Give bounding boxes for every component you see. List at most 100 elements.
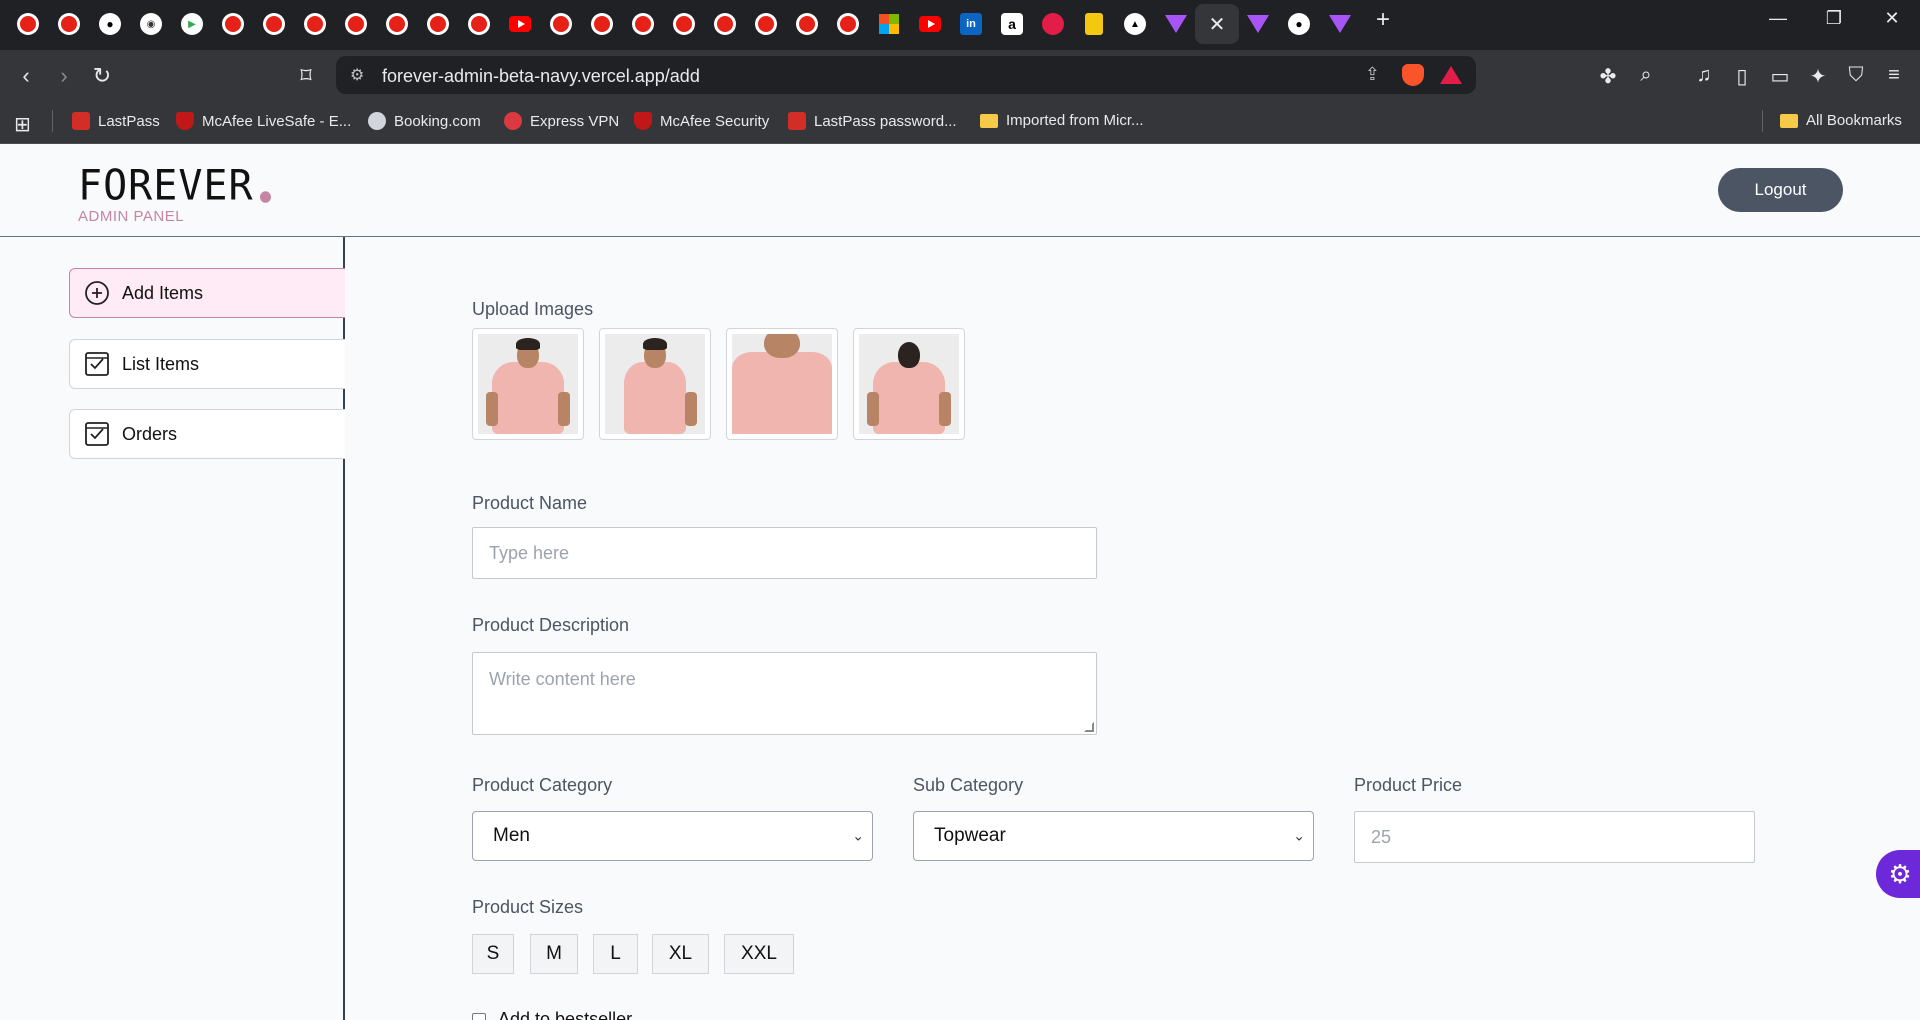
sidebar-toggle-icon[interactable]: ▯ [1728,64,1756,89]
bestseller-label[interactable]: Add to bestseller [498,1009,632,1020]
all-bookmarks[interactable]: All Bookmarks [1780,112,1902,129]
size-option-xxl[interactable]: XXL [724,934,794,974]
browser-tab[interactable] [1154,4,1198,44]
logo-dot [259,191,271,203]
browser-tab[interactable] [375,4,419,44]
extensions-icon[interactable]: ✤ [1594,64,1622,89]
browser-tab[interactable]: in [949,4,993,44]
bestseller-checkbox[interactable] [472,1013,486,1020]
wallet-icon[interactable]: ▭ [1766,64,1794,89]
lastpass-icon [788,112,806,130]
size-option-xl[interactable]: XL [652,934,709,974]
site-info-icon[interactable]: ⚙ [350,65,364,85]
url-text[interactable]: forever-admin-beta-navy.vercel.app/add [382,66,700,87]
close-tab-icon[interactable]: ✕ [1209,12,1226,37]
bookmark-lastpass-password[interactable]: LastPass password... [788,112,957,130]
browser-tab[interactable]: ◉ [129,4,173,44]
browser-tab[interactable] [785,4,829,44]
browser-tab[interactable] [703,4,747,44]
chevron-down-icon: ⌄ [1293,827,1305,844]
check-square-icon [84,421,110,447]
upload-image-slot-4[interactable] [853,328,965,440]
browser-tab[interactable]: a [990,4,1034,44]
bookmark-mcafee-security[interactable]: McAfee Security [634,112,769,130]
browser-tab[interactable] [1318,4,1362,44]
mcafee-icon [634,112,652,130]
browser-tab[interactable]: ● [88,4,132,44]
sidebar-item-orders[interactable]: Orders [69,409,345,459]
upload-image-slot-1[interactable] [472,328,584,440]
browser-tab[interactable] [334,4,378,44]
upload-image-slot-3[interactable] [726,328,838,440]
product-category-select[interactable]: Men ⌄ [472,811,873,861]
restore-icon[interactable]: ❐ [1814,8,1854,29]
address-bar[interactable]: ⚙ forever-admin-beta-navy.vercel.app/add… [336,56,1476,94]
brave-shields-icon[interactable] [1402,64,1424,86]
browser-tab[interactable] [457,4,501,44]
browser-tab[interactable] [1072,4,1116,44]
forward-icon[interactable]: › [48,60,80,92]
browser-tab[interactable] [580,4,624,44]
browser-tab[interactable] [416,4,460,44]
settings-gear-icon[interactable]: ⚙ [1876,850,1920,898]
browser-tab[interactable] [47,4,91,44]
size-option-m[interactable]: M [530,934,578,974]
browser-tab[interactable]: ● [1277,4,1321,44]
brave-rewards-icon[interactable] [1440,66,1462,84]
browser-tab[interactable] [744,4,788,44]
active-tab[interactable]: ✕ [1195,4,1239,44]
sidebar-item-add-items[interactable]: Add Items [69,268,345,318]
resize-handle-icon[interactable] [1084,722,1094,732]
bookmark-mcafee-livesafe[interactable]: McAfee LiveSafe - E... [176,112,351,130]
new-tab-icon[interactable]: + [1363,6,1403,34]
sidebar-item-list-items[interactable]: List Items [69,339,345,389]
bookmark-label: McAfee LiveSafe - E... [202,112,352,130]
browser-tab[interactable] [908,4,952,44]
youtube-tab-icon [837,13,859,35]
bookmark-expressvpn[interactable]: Express VPN [504,112,619,130]
product-description-textarea[interactable]: Write content here [472,652,1097,735]
bookmark-lastpass[interactable]: LastPass [72,112,160,130]
leo-ai-icon[interactable]: ✦ [1804,64,1832,89]
menu-icon[interactable]: ≡ [1880,64,1908,87]
browser-tab[interactable]: ▶ [170,4,214,44]
logout-button[interactable]: Logout [1718,168,1843,212]
youtube-tab-icon [591,13,613,35]
product-price-label: Product Price [1354,775,1463,795]
browser-tab[interactable]: ▲ [1113,4,1157,44]
browser-tab[interactable] [6,4,50,44]
browser-tab[interactable] [867,4,911,44]
browser-tab[interactable] [539,4,583,44]
reload-icon[interactable]: ↻ [86,60,118,92]
product-name-input[interactable]: Type here [472,527,1097,579]
back-icon[interactable]: ‹ [10,60,42,92]
close-window-icon[interactable]: ✕ [1872,8,1912,29]
product-photo-side [605,334,705,434]
browser-tab[interactable] [826,4,870,44]
product-price-input[interactable]: 25 [1354,811,1755,863]
bookmark-booking[interactable]: Booking.com [368,112,481,130]
apps-grid-icon[interactable]: ⊞ [14,112,31,137]
page-search-icon[interactable]: ⌕ [1632,64,1660,87]
vpn-icon[interactable]: ⛉ [1842,64,1870,87]
size-option-l[interactable]: L [593,934,638,974]
browser-tab[interactable] [252,4,296,44]
bookmark-icon[interactable]: ⌑ [290,60,322,92]
browser-tab[interactable] [1031,4,1075,44]
browser-tab[interactable] [621,4,665,44]
media-icon[interactable]: ♫ [1690,64,1718,87]
browser-tab[interactable] [211,4,255,44]
minimize-icon[interactable]: — [1758,8,1798,29]
bookmark-imported-folder[interactable]: Imported from Micr... [980,112,1144,129]
browser-tab[interactable] [1236,4,1280,44]
browser-tab[interactable] [498,4,542,44]
booking-icon [368,112,386,130]
share-icon[interactable]: ⇪ [1365,64,1380,85]
size-option-s[interactable]: S [472,934,514,974]
vite-tab-icon [1247,15,1269,33]
youtube-tab-icon [714,13,736,35]
browser-tab[interactable] [293,4,337,44]
upload-image-slot-2[interactable] [599,328,711,440]
sub-category-select[interactable]: Topwear ⌄ [913,811,1314,861]
browser-tab[interactable] [662,4,706,44]
